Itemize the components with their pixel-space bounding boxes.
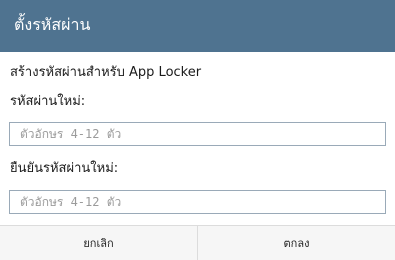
ok-button[interactable]: ตกลง <box>197 226 395 260</box>
confirm-password-label: ยืนยันรหัสผ่านใหม่: <box>10 161 119 176</box>
new-password-input[interactable] <box>10 123 385 145</box>
dialog-button-bar: ยกเลิก ตกลง <box>0 225 395 260</box>
set-password-dialog: ตั้งรหัสผ่าน สร้างรหัสผ่านสำหรับ App Loc… <box>0 0 395 260</box>
dialog-title: ตั้งรหัสผ่าน <box>14 15 91 34</box>
dialog-titlebar: ตั้งรหัสผ่าน <box>0 0 395 52</box>
new-password-label: รหัสผ่านใหม่: <box>10 94 86 109</box>
new-password-field[interactable] <box>9 122 386 146</box>
dialog-subtitle: สร้างรหัสผ่านสำหรับ App Locker <box>10 65 202 80</box>
confirm-password-input[interactable] <box>10 191 385 213</box>
cancel-button[interactable]: ยกเลิก <box>0 226 197 260</box>
confirm-password-field[interactable] <box>9 190 386 214</box>
